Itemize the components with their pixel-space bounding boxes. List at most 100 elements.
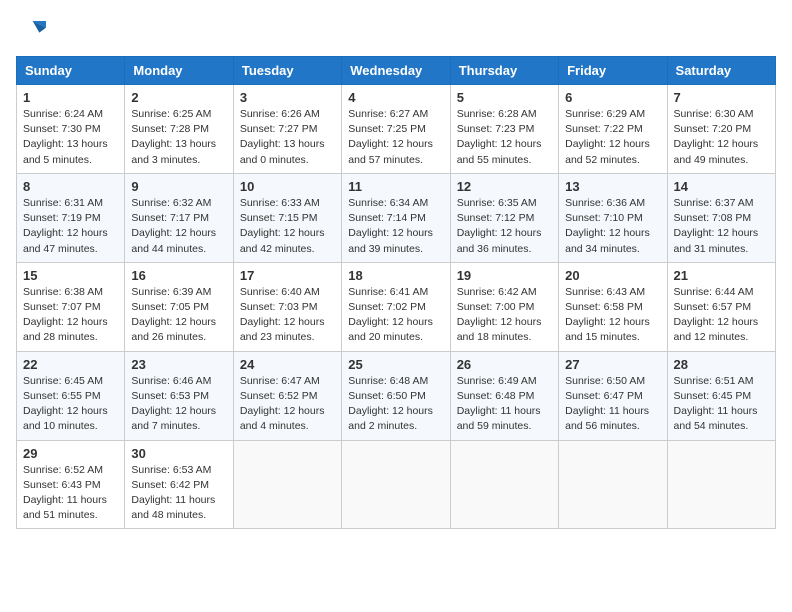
cell-content: Sunrise: 6:44 AMSunset: 6:57 PMDaylight:… bbox=[674, 285, 769, 346]
daylight-label: Daylight: 13 hours and 5 minutes. bbox=[23, 138, 108, 165]
logo-icon bbox=[16, 16, 46, 46]
calendar-header-friday: Friday bbox=[559, 57, 667, 85]
day-number: 16 bbox=[131, 268, 226, 283]
daylight-label: Daylight: 12 hours and 20 minutes. bbox=[348, 316, 433, 343]
daylight-label: Daylight: 12 hours and 42 minutes. bbox=[240, 227, 325, 254]
day-number: 12 bbox=[457, 179, 552, 194]
day-number: 28 bbox=[674, 357, 769, 372]
day-number: 11 bbox=[348, 179, 443, 194]
cell-content: Sunrise: 6:40 AMSunset: 7:03 PMDaylight:… bbox=[240, 285, 335, 346]
sunrise-label: Sunrise: 6:31 AM bbox=[23, 197, 103, 209]
calendar-header-monday: Monday bbox=[125, 57, 233, 85]
calendar-cell bbox=[342, 440, 450, 529]
sunset-label: Sunset: 7:27 PM bbox=[240, 123, 318, 135]
calendar-cell: 1Sunrise: 6:24 AMSunset: 7:30 PMDaylight… bbox=[17, 85, 125, 174]
cell-content: Sunrise: 6:47 AM Sunset: 6:52 PM Daylight:… bbox=[240, 374, 335, 435]
calendar-cell: 14Sunrise: 6:37 AMSunset: 7:08 PMDayligh… bbox=[667, 173, 775, 262]
calendar-cell: 12 Sunrise: 6:35 AM Sunset: 7:12 PM Dayligh… bbox=[450, 173, 558, 262]
sunrise-label: Sunrise: 6:40 AM bbox=[240, 286, 320, 298]
daylight-label: Daylight: 12 hours and 49 minutes. bbox=[674, 138, 759, 165]
daylight-label: Daylight: 12 hours and 4 minutes. bbox=[240, 405, 325, 432]
calendar-cell: 11 Sunrise: 6:34 AM Sunset: 7:14 PM Dayligh… bbox=[342, 173, 450, 262]
sunset-label: Sunset: 7:14 PM bbox=[348, 212, 426, 224]
calendar-cell: 18Sunrise: 6:41 AMSunset: 7:02 PMDayligh… bbox=[342, 262, 450, 351]
sunrise-label: Sunrise: 6:49 AM bbox=[457, 375, 537, 387]
sunrise-label: Sunrise: 6:33 AM bbox=[240, 197, 320, 209]
sunset-label: Sunset: 7:05 PM bbox=[131, 301, 209, 313]
calendar-cell bbox=[450, 440, 558, 529]
day-number: 20 bbox=[565, 268, 660, 283]
calendar-cell: 19Sunrise: 6:42 AMSunset: 7:00 PMDayligh… bbox=[450, 262, 558, 351]
calendar-cell: 3 Sunrise: 6:26 AMSunset: 7:27 PMDaylight… bbox=[233, 85, 341, 174]
day-number: 15 bbox=[23, 268, 118, 283]
daylight-label: Daylight: 12 hours and 26 minutes. bbox=[131, 316, 216, 343]
cell-content: Sunrise: 6:31 AM Sunset: 7:19 PM Daylight:… bbox=[23, 196, 118, 257]
sunset-label: Sunset: 6:55 PM bbox=[23, 390, 101, 402]
day-number: 27 bbox=[565, 357, 660, 372]
calendar-header-thursday: Thursday bbox=[450, 57, 558, 85]
day-number: 24 bbox=[240, 357, 335, 372]
daylight-label: Daylight: 12 hours and 28 minutes. bbox=[23, 316, 108, 343]
daylight-label: Daylight: 12 hours and 47 minutes. bbox=[23, 227, 108, 254]
sunset-label: Sunset: 7:15 PM bbox=[240, 212, 318, 224]
daylight-label: Daylight: 12 hours and 39 minutes. bbox=[348, 227, 433, 254]
calendar-cell bbox=[233, 440, 341, 529]
sunset-label: Sunset: 6:57 PM bbox=[674, 301, 752, 313]
calendar-cell: 20Sunrise: 6:43 AMSunset: 6:58 PMDayligh… bbox=[559, 262, 667, 351]
daylight-label: Daylight: 11 hours and 56 minutes. bbox=[565, 405, 649, 432]
day-number: 1 bbox=[23, 90, 118, 105]
cell-content: Sunrise: 6:35 AM Sunset: 7:12 PM Daylight:… bbox=[457, 196, 552, 257]
calendar-week-row: 1Sunrise: 6:24 AMSunset: 7:30 PMDaylight… bbox=[17, 85, 776, 174]
calendar-cell: 16Sunrise: 6:39 AMSunset: 7:05 PMDayligh… bbox=[125, 262, 233, 351]
day-number: 3 bbox=[240, 90, 335, 105]
daylight-label: Daylight: 11 hours and 59 minutes. bbox=[457, 405, 541, 432]
calendar-cell: 25Sunrise: 6:48 AMSunset: 6:50 PMDayligh… bbox=[342, 351, 450, 440]
calendar-cell: 27 Sunrise: 6:50 AMSunset: 6:47 PMDayligh… bbox=[559, 351, 667, 440]
daylight-label: Daylight: 12 hours and 10 minutes. bbox=[23, 405, 108, 432]
calendar-cell: 4Sunrise: 6:27 AMSunset: 7:25 PMDaylight… bbox=[342, 85, 450, 174]
calendar-cell: 24 Sunrise: 6:47 AM Sunset: 6:52 PM Dayligh… bbox=[233, 351, 341, 440]
day-number: 26 bbox=[457, 357, 552, 372]
cell-content: Sunrise: 6:36 AMSunset: 7:10 PMDaylight:… bbox=[565, 196, 660, 257]
sunrise-label: Sunrise: 6:28 AM bbox=[457, 108, 537, 120]
calendar-header-tuesday: Tuesday bbox=[233, 57, 341, 85]
sunset-label: Sunset: 6:48 PM bbox=[457, 390, 535, 402]
day-number: 7 bbox=[674, 90, 769, 105]
cell-content: Sunrise: 6:46 AMSunset: 6:53 PMDaylight:… bbox=[131, 374, 226, 435]
day-number: 21 bbox=[674, 268, 769, 283]
calendar-header-saturday: Saturday bbox=[667, 57, 775, 85]
day-number: 8 bbox=[23, 179, 118, 194]
day-number: 4 bbox=[348, 90, 443, 105]
cell-content: Sunrise: 6:26 AMSunset: 7:27 PMDaylight:… bbox=[240, 107, 335, 168]
daylight-label: Daylight: 12 hours and 36 minutes. bbox=[457, 227, 542, 254]
sunset-label: Sunset: 7:28 PM bbox=[131, 123, 209, 135]
sunset-label: Sunset: 7:25 PM bbox=[348, 123, 426, 135]
cell-content: Sunrise: 6:50 AMSunset: 6:47 PMDaylight:… bbox=[565, 374, 660, 435]
sunrise-label: Sunrise: 6:38 AM bbox=[23, 286, 103, 298]
sunset-label: Sunset: 7:12 PM bbox=[457, 212, 535, 224]
daylight-label: Daylight: 12 hours and 52 minutes. bbox=[565, 138, 650, 165]
day-number: 30 bbox=[131, 446, 226, 461]
day-number: 19 bbox=[457, 268, 552, 283]
sunrise-label: Sunrise: 6:52 AM bbox=[23, 464, 103, 476]
sunset-label: Sunset: 6:52 PM bbox=[240, 390, 318, 402]
sunrise-label: Sunrise: 6:29 AM bbox=[565, 108, 645, 120]
calendar-cell: 30Sunrise: 6:53 AMSunset: 6:42 PMDayligh… bbox=[125, 440, 233, 529]
calendar-cell: 6Sunrise: 6:29 AMSunset: 7:22 PMDaylight… bbox=[559, 85, 667, 174]
daylight-label: Daylight: 12 hours and 7 minutes. bbox=[131, 405, 216, 432]
sunset-label: Sunset: 6:43 PM bbox=[23, 479, 101, 491]
calendar-header-sunday: Sunday bbox=[17, 57, 125, 85]
sunrise-label: Sunrise: 6:32 AM bbox=[131, 197, 211, 209]
calendar-week-row: 29Sunrise: 6:52 AMSunset: 6:43 PMDayligh… bbox=[17, 440, 776, 529]
sunrise-label: Sunrise: 6:44 AM bbox=[674, 286, 754, 298]
sunset-label: Sunset: 7:20 PM bbox=[674, 123, 752, 135]
daylight-label: Daylight: 11 hours and 51 minutes. bbox=[23, 494, 107, 521]
sunrise-label: Sunrise: 6:47 AM bbox=[240, 375, 320, 387]
sunrise-label: Sunrise: 6:34 AM bbox=[348, 197, 428, 209]
calendar-cell bbox=[667, 440, 775, 529]
day-number: 14 bbox=[674, 179, 769, 194]
cell-content: Sunrise: 6:45 AMSunset: 6:55 PMDaylight:… bbox=[23, 374, 118, 435]
sunset-label: Sunset: 7:19 PM bbox=[23, 212, 101, 224]
cell-content: Sunrise: 6:52 AM Sunset: 6:43 PM Daylight:… bbox=[23, 463, 118, 524]
sunrise-label: Sunrise: 6:35 AM bbox=[457, 197, 537, 209]
